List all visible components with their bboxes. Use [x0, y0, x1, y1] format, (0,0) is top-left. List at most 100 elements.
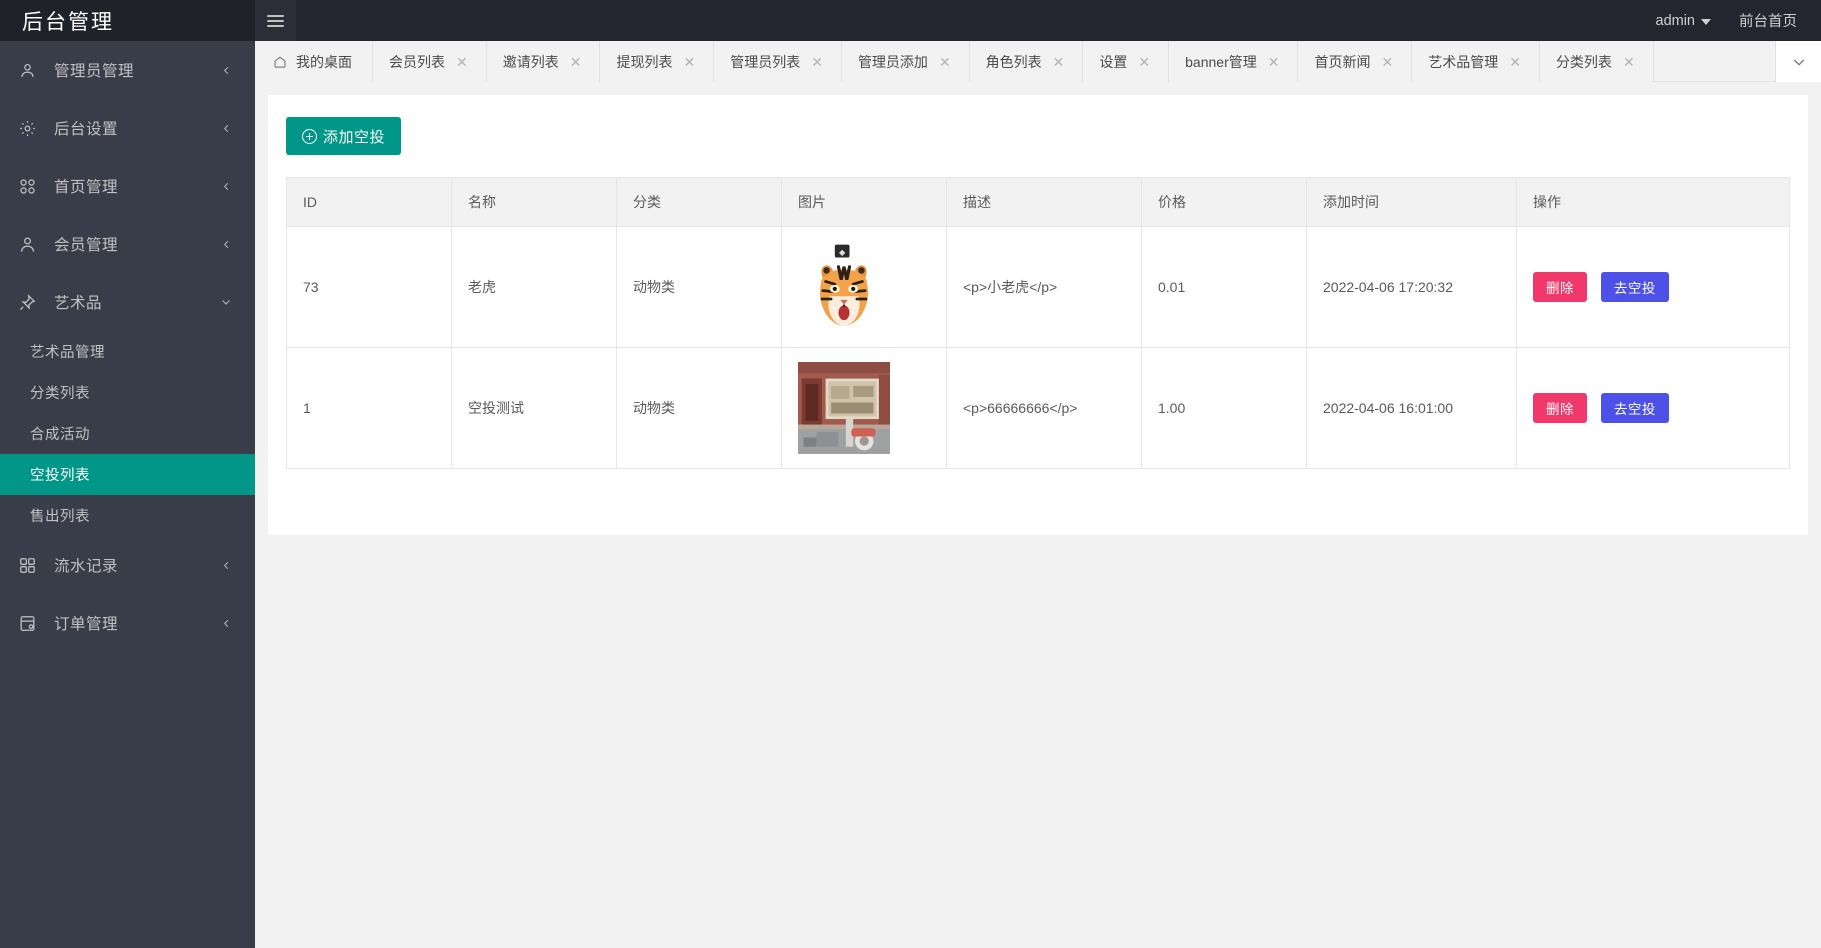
- tab-artwork-management[interactable]: 艺术品管理 ✕: [1412, 41, 1540, 82]
- front-page-link[interactable]: 前台首页: [1739, 0, 1797, 41]
- hamburger-icon[interactable]: [255, 0, 296, 41]
- hamburger-line: [267, 14, 284, 17]
- sidebar-item-category-list[interactable]: 分类列表: [0, 372, 255, 413]
- close-icon[interactable]: ✕: [568, 53, 584, 71]
- sidebar-item-label: 后台设置: [54, 121, 119, 138]
- cell-price: 1.00: [1141, 347, 1307, 469]
- go-airdrop-button[interactable]: 去空投: [1600, 272, 1669, 302]
- cell-image: ◆: [781, 226, 947, 348]
- user-menu[interactable]: admin: [1656, 0, 1711, 41]
- tab-category-list[interactable]: 分类列表 ✕: [1539, 41, 1654, 82]
- cell-actions: 删除 去空投: [1517, 348, 1790, 469]
- gear-icon: [18, 118, 44, 138]
- chevron-left-icon: [219, 121, 233, 135]
- grid-icon: [18, 555, 44, 575]
- person-icon: [18, 234, 44, 254]
- close-icon[interactable]: ✕: [1379, 53, 1395, 71]
- tab-bar: 我的桌面 会员列表 ✕ 邀请列表 ✕ 提现列表 ✕ 管理员列表 ✕ 管理员添加 …: [255, 41, 1821, 82]
- close-icon[interactable]: ✕: [681, 53, 697, 71]
- sidebar-item-member-management[interactable]: 会员管理: [0, 215, 255, 273]
- tab-banner-management[interactable]: banner管理 ✕: [1169, 41, 1299, 82]
- delete-button[interactable]: 删除: [1533, 393, 1587, 423]
- close-icon[interactable]: ✕: [1136, 53, 1152, 71]
- column-header-id: ID: [286, 177, 452, 227]
- close-icon[interactable]: ✕: [1051, 53, 1067, 71]
- user-icon: [18, 60, 44, 80]
- close-icon[interactable]: ✕: [1507, 53, 1523, 71]
- tab-label: 管理员添加: [857, 53, 928, 70]
- tab-label: 角色列表: [985, 53, 1042, 70]
- cell-name: 空投测试: [451, 347, 617, 469]
- sidebar-item-backend-settings[interactable]: 后台设置: [0, 99, 255, 157]
- cell-category: 动物类: [616, 226, 782, 348]
- cell-created-at: 2022-04-06 17:20:32: [1306, 226, 1517, 348]
- sidebar-item-synthesis-activity[interactable]: 合成活动: [0, 413, 255, 454]
- sidebar-item-airdrop-list[interactable]: 空投列表: [0, 454, 255, 495]
- tab-label: 会员列表: [389, 53, 445, 70]
- cell-name: 老虎: [451, 226, 617, 348]
- chevron-left-icon: [219, 237, 233, 251]
- chevron-down-icon: [219, 295, 233, 309]
- close-icon[interactable]: ✕: [454, 53, 470, 71]
- sidebar-item-order-management[interactable]: 订单管理: [0, 594, 255, 652]
- table-row: 73 老虎 动物类 ◆ <p>小老虎</p> 0.01 2022-04-06 1…: [286, 226, 1790, 348]
- sidebar-item-homepage-management[interactable]: 首页管理: [0, 157, 255, 215]
- tab-invite-list[interactable]: 邀请列表 ✕: [486, 41, 601, 82]
- storefront-thumbnail[interactable]: [798, 362, 930, 454]
- cell-actions: 删除 去空投: [1516, 226, 1790, 348]
- topbar-actions: admin 前台首页: [1656, 0, 1821, 41]
- sidebar-item-label: 管理员管理: [54, 63, 135, 80]
- tab-my-desktop[interactable]: 我的桌面: [255, 41, 373, 82]
- logo-area: 后台管理: [0, 0, 255, 41]
- hamburger-line: [267, 19, 284, 22]
- close-icon[interactable]: ✕: [1266, 53, 1282, 71]
- sidebar-item-transaction-records[interactable]: 流水记录: [0, 536, 255, 594]
- chevron-left-icon: [219, 616, 233, 630]
- cell-image: [781, 347, 947, 469]
- sidebar-item-label: 订单管理: [54, 616, 119, 633]
- delete-button[interactable]: 删除: [1533, 272, 1587, 302]
- tab-member-list[interactable]: 会员列表 ✕: [373, 41, 487, 82]
- top-header-bar: 后台管理 admin 前台首页: [0, 0, 1821, 41]
- close-icon[interactable]: ✕: [937, 53, 953, 71]
- tab-overflow-dropdown[interactable]: [1775, 41, 1821, 82]
- chevron-down-icon: [1791, 54, 1807, 70]
- column-header-category: 分类: [616, 177, 782, 227]
- cell-id: 1: [286, 347, 452, 469]
- tab-label: banner管理: [1185, 53, 1257, 70]
- table-row: 1 空投测试 动物类 <p>66666666</p> 1.00 2022-04-…: [286, 347, 1790, 469]
- sidebar-item-artwork-management[interactable]: 艺术品管理: [0, 331, 255, 372]
- sidebar-submenu-artwork: 艺术品管理 分类列表 合成活动 空投列表 售出列表: [0, 331, 255, 536]
- chevron-left-icon: [219, 179, 233, 193]
- pin-icon: [18, 292, 44, 312]
- chevron-left-icon: [219, 63, 233, 77]
- sidebar-item-artwork[interactable]: 艺术品: [0, 273, 255, 331]
- tab-settings[interactable]: 设置 ✕: [1083, 41, 1170, 82]
- sidebar-item-admin-management[interactable]: 管理员管理: [0, 41, 255, 99]
- front-page-label: 前台首页: [1739, 14, 1797, 30]
- tab-label: 管理员列表: [730, 53, 801, 70]
- sidebar-item-sold-list[interactable]: 售出列表: [0, 495, 255, 536]
- add-airdrop-button[interactable]: 添加空投: [286, 117, 402, 155]
- cell-description: <p>小老虎</p>: [946, 226, 1142, 348]
- table-header-row: ID 名称 分类 图片 描述 价格 添加时间 操作: [286, 177, 1790, 227]
- tab-homepage-news[interactable]: 首页新闻 ✕: [1298, 41, 1413, 82]
- plus-circle-icon: [302, 128, 317, 144]
- tab-admin-add[interactable]: 管理员添加 ✕: [841, 41, 970, 82]
- close-icon[interactable]: ✕: [1621, 53, 1637, 71]
- column-header-action: 操作: [1516, 177, 1790, 227]
- tab-admin-list[interactable]: 管理员列表 ✕: [714, 41, 842, 82]
- tab-label: 我的桌面: [296, 53, 352, 70]
- column-header-desc: 描述: [946, 177, 1142, 227]
- tab-role-list[interactable]: 角色列表 ✕: [969, 41, 1084, 82]
- svg-text:◆: ◆: [839, 247, 846, 257]
- sidebar-item-label: 首页管理: [54, 179, 119, 196]
- go-airdrop-button[interactable]: 去空投: [1600, 393, 1669, 423]
- hamburger-line: [267, 24, 284, 27]
- sidebar-subitem-label: 空投列表: [30, 468, 90, 484]
- close-icon[interactable]: ✕: [809, 53, 825, 71]
- sidebar-item-label: 流水记录: [54, 558, 119, 575]
- tab-withdraw-list[interactable]: 提现列表 ✕: [600, 41, 715, 82]
- tiger-thumbnail[interactable]: ◆: [798, 241, 930, 333]
